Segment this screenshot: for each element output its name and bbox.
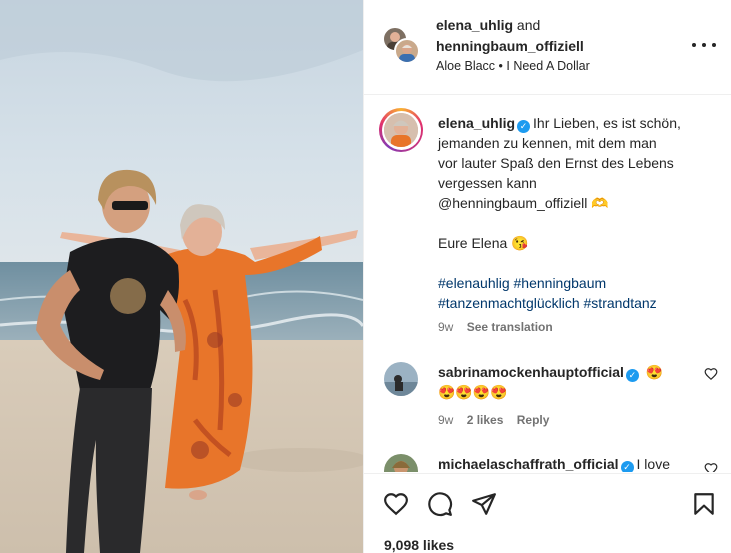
- caption-text: elena_uhlig ✓ Ihr Lieben, es ist schön, je…: [438, 113, 718, 313]
- caption-time: 9w: [438, 320, 454, 334]
- heart-icon[interactable]: [704, 367, 718, 381]
- reply-button[interactable]: Reply: [517, 413, 550, 427]
- comment-time: 9w: [438, 413, 454, 427]
- verified-badge-icon: ✓: [517, 120, 531, 133]
- caption-meta: 9w See translation: [438, 320, 563, 334]
- avatar[interactable]: [384, 454, 418, 472]
- audio-link[interactable]: Aloe Blacc • I Need A Dollar: [436, 59, 590, 73]
- caption-line: vergessen kann: [438, 175, 537, 191]
- avatar[interactable]: [384, 362, 418, 396]
- likes-count[interactable]: 9,098 likes: [384, 537, 454, 553]
- verified-badge-icon: ✓: [625, 369, 639, 382]
- heart-icon[interactable]: [704, 462, 718, 472]
- see-translation-button[interactable]: See translation: [467, 320, 553, 334]
- username-link[interactable]: henningbaum_offiziell: [436, 38, 584, 54]
- beach-video-frame: [0, 0, 363, 553]
- more-options-icon[interactable]: [692, 36, 716, 54]
- username-link[interactable]: elena_uhlig: [436, 17, 513, 33]
- caption-line: Ihr Lieben, es ist schön,: [533, 115, 681, 131]
- comment-body: I love: [636, 456, 670, 472]
- comment-emoji-line: 😍😍😍😍: [438, 384, 508, 400]
- caption-line: jemanden zu kennen, mit dem man: [438, 135, 657, 151]
- caption-signoff: Eure Elena 😘: [438, 235, 529, 251]
- post-header: elena_uhlig and henningbaum_offiziell Al…: [364, 0, 731, 95]
- bookmark-icon[interactable]: [691, 491, 717, 517]
- comments-section[interactable]: elena_uhlig ✓ Ihr Lieben, es ist schön, je…: [364, 96, 731, 472]
- comment-likes[interactable]: 2 likes: [467, 413, 504, 427]
- hashtag-links[interactable]: #elenauhlig #henningbaum: [438, 275, 606, 291]
- verified-badge-icon: ✓: [620, 461, 634, 472]
- comment-emoji: 😍: [645, 364, 664, 380]
- comment-text: sabrinamockenhauptofficial ✓ 😍 😍😍😍😍: [438, 362, 718, 402]
- post-side-panel: elena_uhlig and henningbaum_offiziell Al…: [363, 0, 731, 553]
- mention-link[interactable]: @henningbaum_offiziell 🫶: [438, 195, 609, 211]
- caption-line: vor lauter Spaß den Ernst des Lebens: [438, 155, 674, 171]
- username-link[interactable]: sabrinamockenhauptofficial: [438, 364, 624, 380]
- avatar[interactable]: [379, 108, 423, 152]
- comment-meta: 9w 2 likes Reply: [438, 413, 559, 427]
- share-icon[interactable]: [471, 491, 497, 517]
- and-text: and: [516, 17, 541, 33]
- action-bar: 9,098 likes: [364, 473, 731, 553]
- comment-icon[interactable]: [427, 491, 453, 517]
- username-link[interactable]: michaelaschaffrath_official: [438, 456, 619, 472]
- avatar[interactable]: [394, 38, 420, 64]
- username-link[interactable]: elena_uhlig: [438, 115, 515, 131]
- post-media[interactable]: [0, 0, 363, 553]
- header-users: elena_uhlig and: [436, 17, 540, 33]
- hashtag-links[interactable]: #tanzenmachtglücklich #strandtanz: [438, 295, 657, 311]
- comment-text: michaelaschaffrath_official ✓ I love: [438, 454, 718, 472]
- heart-icon[interactable]: [383, 491, 409, 517]
- collab-avatars[interactable]: [382, 26, 422, 66]
